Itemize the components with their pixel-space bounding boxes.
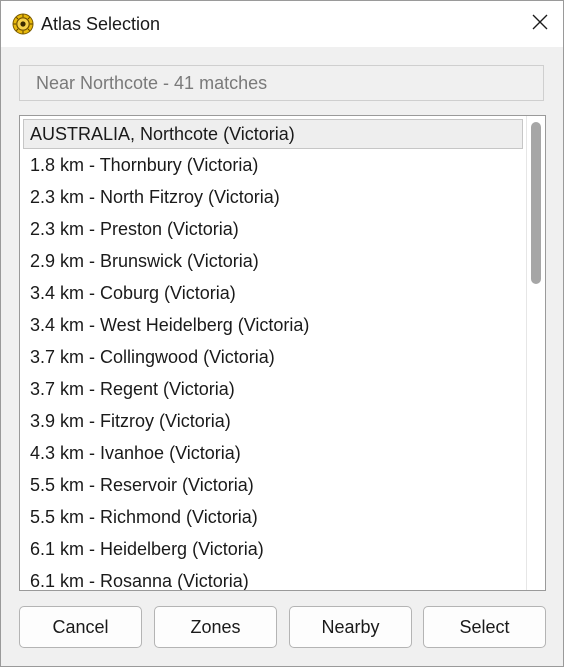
list-item[interactable]: 3.7 km - Collingwood (Victoria): [20, 341, 526, 373]
list-item[interactable]: 6.1 km - Heidelberg (Victoria): [20, 533, 526, 565]
atlas-app-icon: [12, 13, 34, 35]
nearby-button[interactable]: Nearby: [289, 606, 412, 648]
location-list[interactable]: AUSTRALIA, Northcote (Victoria) 1.8 km - …: [19, 115, 546, 591]
list-item[interactable]: 5.5 km - Reservoir (Victoria): [20, 469, 526, 501]
scrollbar-thumb[interactable]: [531, 122, 541, 284]
cancel-button[interactable]: Cancel: [19, 606, 142, 648]
list-item[interactable]: 1.8 km - Thornbury (Victoria): [20, 149, 526, 181]
list-item[interactable]: 6.1 km - Rosanna (Victoria): [20, 565, 526, 590]
atlas-selection-window: Atlas Selection Near Northcote - 41 matc…: [0, 0, 564, 667]
vertical-scrollbar[interactable]: [526, 116, 545, 590]
select-button[interactable]: Select: [423, 606, 546, 648]
list-item[interactable]: 4.3 km - Ivanhoe (Victoria): [20, 437, 526, 469]
location-list-items: AUSTRALIA, Northcote (Victoria) 1.8 km - …: [20, 116, 526, 590]
matches-header-field: Near Northcote - 41 matches: [19, 65, 544, 101]
title-bar[interactable]: Atlas Selection: [1, 1, 563, 47]
list-item[interactable]: 5.5 km - Richmond (Victoria): [20, 501, 526, 533]
list-item[interactable]: 3.7 km - Regent (Victoria): [20, 373, 526, 405]
list-item[interactable]: 3.4 km - Coburg (Victoria): [20, 277, 526, 309]
list-item[interactable]: 3.4 km - West Heidelberg (Victoria): [20, 309, 526, 341]
list-item[interactable]: 3.9 km - Fitzroy (Victoria): [20, 405, 526, 437]
list-item[interactable]: 2.3 km - North Fitzroy (Victoria): [20, 181, 526, 213]
zones-button[interactable]: Zones: [154, 606, 277, 648]
close-button[interactable]: [517, 1, 563, 47]
list-item[interactable]: 2.3 km - Preston (Victoria): [20, 213, 526, 245]
window-title: Atlas Selection: [41, 14, 161, 34]
list-item-selected[interactable]: AUSTRALIA, Northcote (Victoria): [23, 119, 523, 149]
close-icon: [532, 14, 548, 35]
list-item[interactable]: 2.9 km - Brunswick (Victoria): [20, 245, 526, 277]
